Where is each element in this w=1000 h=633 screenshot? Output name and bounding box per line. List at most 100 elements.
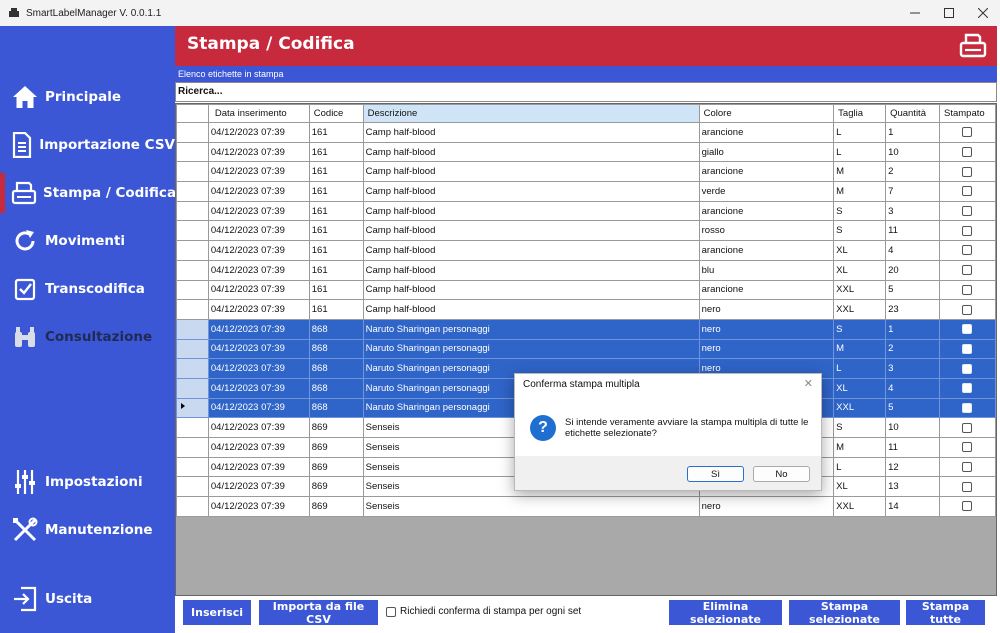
row-header[interactable] <box>176 200 209 222</box>
cell-quantita[interactable]: 13 <box>885 476 940 498</box>
stampato-checkbox[interactable] <box>962 127 973 138</box>
cell-colore[interactable]: nero <box>698 318 835 340</box>
row-header[interactable] <box>176 476 209 498</box>
cell-quantita[interactable]: 11 <box>885 220 940 242</box>
stampato-checkbox[interactable] <box>962 147 973 158</box>
row-header[interactable] <box>176 161 209 183</box>
cell-quantita[interactable]: 10 <box>885 141 940 163</box>
row-header[interactable] <box>176 141 209 163</box>
sidebar-item-impostazioni[interactable]: Impostazioni <box>0 462 175 502</box>
cell-codice[interactable]: 868 <box>308 377 364 399</box>
table-row[interactable]: 04/12/2023 07:39 161 Camp half-blood aranci… <box>176 240 996 261</box>
cell-colore[interactable]: giallo <box>698 141 835 163</box>
cell-stampato[interactable] <box>938 181 996 202</box>
sidebar-item-principale[interactable]: Principale <box>0 77 175 117</box>
cell-descrizione[interactable]: Naruto Sharingan personaggi <box>362 338 700 360</box>
cell-stampato[interactable] <box>938 122 996 143</box>
table-row[interactable]: 04/12/2023 07:39 161 Camp half-blood aranci… <box>176 122 996 143</box>
stampato-checkbox[interactable] <box>962 402 973 413</box>
cell-data[interactable]: 04/12/2023 07:39 <box>207 456 310 478</box>
cell-data[interactable]: 04/12/2023 07:39 <box>207 476 310 498</box>
search-input[interactable]: Ricerca... <box>175 82 997 102</box>
cell-data[interactable]: 04/12/2023 07:39 <box>207 496 310 517</box>
cell-colore[interactable]: rosso <box>698 220 835 242</box>
cell-codice[interactable]: 161 <box>308 161 364 183</box>
stampato-checkbox[interactable] <box>962 265 973 276</box>
cell-descrizione[interactable]: Camp half-blood <box>362 220 700 242</box>
cell-codice[interactable]: 868 <box>308 358 364 379</box>
cell-codice[interactable]: 869 <box>308 437 364 458</box>
row-header[interactable] <box>176 338 209 360</box>
cell-codice[interactable]: 161 <box>308 122 364 143</box>
column-header-taglia[interactable]: Taglia <box>833 104 887 123</box>
cell-data[interactable]: 04/12/2023 07:39 <box>207 200 310 222</box>
cell-descrizione[interactable]: Camp half-blood <box>362 240 700 261</box>
cell-taglia[interactable]: XXL <box>833 299 887 320</box>
cell-colore[interactable]: nero <box>698 338 835 360</box>
cell-codice[interactable]: 161 <box>308 200 364 222</box>
cell-codice[interactable]: 868 <box>308 318 364 340</box>
cell-colore[interactable]: arancione <box>698 240 835 261</box>
cell-taglia[interactable]: XL <box>833 259 887 281</box>
cell-codice[interactable]: 161 <box>308 279 364 301</box>
cell-descrizione[interactable]: Camp half-blood <box>362 141 700 163</box>
cell-colore[interactable]: arancione <box>698 200 835 222</box>
stampato-checkbox[interactable] <box>962 245 973 256</box>
table-row[interactable]: 04/12/2023 07:39 869 Senseis nero XXL 14 <box>176 496 996 517</box>
cell-colore[interactable]: arancione <box>698 279 835 301</box>
cell-descrizione[interactable]: Camp half-blood <box>362 161 700 183</box>
cell-data[interactable]: 04/12/2023 07:39 <box>207 259 310 281</box>
row-header[interactable] <box>176 496 209 517</box>
stampato-checkbox[interactable] <box>962 186 973 197</box>
cell-taglia[interactable]: S <box>833 220 887 242</box>
cell-stampato[interactable] <box>938 200 996 222</box>
cell-codice[interactable]: 161 <box>308 141 364 163</box>
cell-quantita[interactable]: 11 <box>885 437 940 458</box>
stampato-checkbox[interactable] <box>962 206 973 217</box>
stampato-checkbox[interactable] <box>962 501 973 512</box>
import-csv-button[interactable]: Importa da file CSV <box>259 600 378 626</box>
cell-quantita[interactable]: 14 <box>885 496 940 517</box>
cell-codice[interactable]: 868 <box>308 397 364 419</box>
cell-taglia[interactable]: XL <box>833 240 887 261</box>
cell-stampato[interactable] <box>938 141 996 163</box>
cell-taglia[interactable]: M <box>833 437 887 458</box>
table-row[interactable]: 04/12/2023 07:39 161 Camp half-blood giallo… <box>176 141 996 163</box>
cell-stampato[interactable] <box>938 259 996 281</box>
stampato-checkbox[interactable] <box>962 363 973 374</box>
cell-colore[interactable]: nero <box>698 299 835 320</box>
cell-taglia[interactable]: XXL <box>833 279 887 301</box>
row-header[interactable] <box>176 299 209 320</box>
cell-descrizione[interactable]: Camp half-blood <box>362 259 700 281</box>
cell-descrizione[interactable]: Camp half-blood <box>362 299 700 320</box>
column-header-colore[interactable]: Colore <box>698 104 835 123</box>
sidebar-item-stampa-codifica[interactable]: Stampa / Codifica <box>0 173 176 213</box>
stampato-checkbox[interactable] <box>962 324 973 335</box>
cell-taglia[interactable]: S <box>833 200 887 222</box>
cell-taglia[interactable]: M <box>833 338 887 360</box>
cell-stampato[interactable] <box>938 299 996 320</box>
cell-quantita[interactable]: 20 <box>885 259 940 281</box>
table-row[interactable]: 04/12/2023 07:39 161 Camp half-blood rosso S… <box>176 220 996 242</box>
cell-descrizione[interactable]: Camp half-blood <box>362 200 700 222</box>
print-all-button[interactable]: Stampa tutte <box>906 600 985 626</box>
confirm-each-set-checkbox[interactable]: Richiedi conferma di stampa per ogni set <box>386 606 581 617</box>
cell-colore[interactable]: arancione <box>698 161 835 183</box>
cell-quantita[interactable]: 10 <box>885 417 940 438</box>
table-row[interactable]: 04/12/2023 07:39 868 Naruto Sharingan pers… <box>176 318 996 340</box>
cell-quantita[interactable]: 1 <box>885 122 940 143</box>
cell-taglia[interactable]: M <box>833 161 887 183</box>
sidebar-item-movimenti[interactable]: Movimenti <box>0 221 175 261</box>
close-icon[interactable]: ✕ <box>804 377 813 390</box>
cell-data[interactable]: 04/12/2023 07:39 <box>207 279 310 301</box>
stampato-checkbox[interactable] <box>962 343 973 354</box>
cell-data[interactable]: 04/12/2023 07:39 <box>207 220 310 242</box>
table-row[interactable]: 04/12/2023 07:39 161 Camp half-blood aranci… <box>176 200 996 222</box>
stampato-checkbox[interactable] <box>962 442 973 453</box>
cell-data[interactable]: 04/12/2023 07:39 <box>207 358 310 379</box>
cell-taglia[interactable]: L <box>833 141 887 163</box>
cell-data[interactable]: 04/12/2023 07:39 <box>207 377 310 399</box>
stampato-checkbox[interactable] <box>962 284 973 295</box>
table-row[interactable]: 04/12/2023 07:39 161 Camp half-blood blu XL 2… <box>176 259 996 281</box>
stampato-checkbox[interactable] <box>962 481 973 492</box>
